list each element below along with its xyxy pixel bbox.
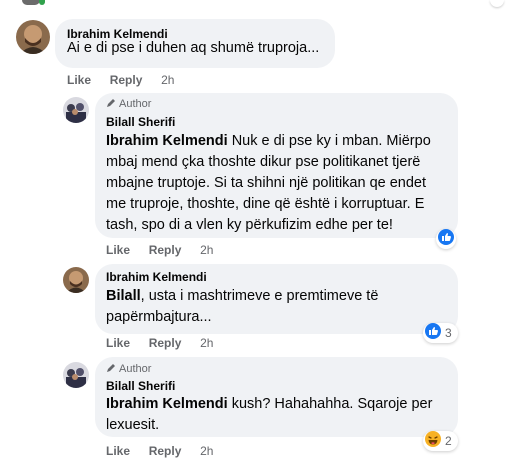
comment-text: Ibrahim Kelmendi Nuk e di pse ky i mban.… — [106, 133, 431, 233]
avatar[interactable] — [63, 362, 89, 388]
reply-button[interactable]: Reply — [149, 243, 182, 257]
reply-button[interactable]: Reply — [110, 73, 143, 87]
timestamp[interactable]: 2h — [200, 243, 213, 257]
reaction-summary[interactable]: 2 — [423, 430, 458, 452]
like-button[interactable]: Like — [67, 73, 91, 87]
online-status-dot — [39, 0, 45, 5]
comment-actions: Like Reply 2h — [67, 73, 174, 87]
like-icon — [438, 228, 454, 250]
pencil-icon — [106, 363, 116, 376]
timestamp[interactable]: 2h — [200, 444, 213, 458]
like-button[interactable]: Like — [106, 243, 130, 257]
reply-button[interactable]: Reply — [149, 336, 182, 350]
reaction-summary[interactable] — [436, 228, 456, 250]
mention-link[interactable]: Ibrahim Kelmendi — [106, 396, 228, 412]
comment-author-name[interactable]: Ibrahim Kelmendi — [106, 270, 207, 284]
reaction-count: 2 — [445, 434, 452, 448]
pencil-icon — [106, 98, 116, 111]
comment-author-name[interactable]: Bilall Sherifi — [106, 115, 175, 129]
comment-actions: Like Reply 2h — [106, 336, 213, 350]
comment-author-name[interactable]: Bilall Sherifi — [106, 379, 175, 393]
like-icon — [425, 322, 441, 344]
avatar[interactable] — [63, 97, 89, 123]
mention-link[interactable]: Bilall — [106, 288, 141, 304]
comment-text: Ai e di pse i duhen aq shumë truproja... — [67, 40, 320, 56]
like-button[interactable]: Like — [106, 444, 130, 458]
comment-text: Ibrahim Kelmendi kush? Hahahahha. Sqaroj… — [106, 396, 433, 433]
comment-actions: Like Reply 2h — [106, 444, 213, 458]
author-badge: Author — [106, 363, 151, 376]
reaction-count: 3 — [445, 326, 452, 340]
mention-link[interactable]: Ibrahim Kelmendi — [106, 133, 228, 149]
previous-avatar-fragment — [22, 0, 40, 5]
like-button[interactable]: Like — [106, 336, 130, 350]
avatar[interactable] — [16, 20, 50, 54]
comment-text: Bilall, usta i mashtrimeve e premtimeve … — [106, 288, 379, 325]
avatar[interactable] — [63, 267, 89, 293]
author-badge: Author — [106, 98, 151, 111]
timestamp[interactable]: 2h — [200, 336, 213, 350]
previous-reaction-fragment — [490, 0, 504, 7]
timestamp[interactable]: 2h — [161, 73, 174, 87]
haha-icon — [425, 430, 441, 452]
comment-actions: Like Reply 2h — [106, 243, 213, 257]
reply-button[interactable]: Reply — [149, 444, 182, 458]
reaction-summary[interactable]: 3 — [423, 322, 458, 344]
